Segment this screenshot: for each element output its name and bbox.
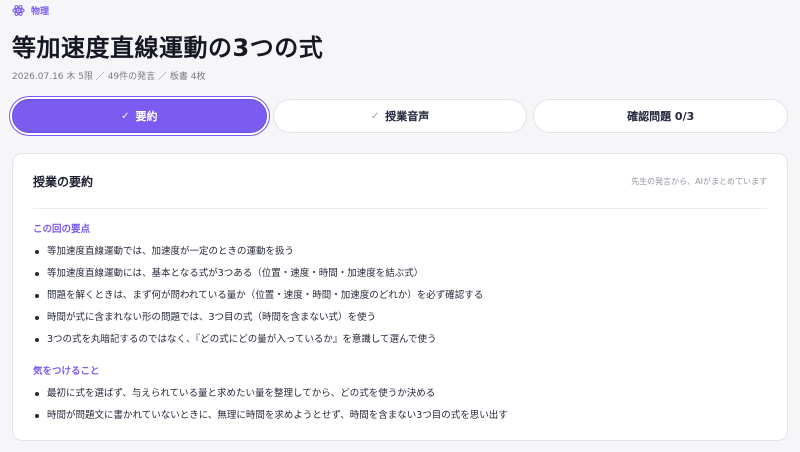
caution-item: 最初に式を選ばず、与えられている量と求めたい量を整理してから、どの式を使うか決め… xyxy=(33,383,767,405)
atom-icon xyxy=(12,4,25,17)
tab-quiz[interactable]: 確認問題 0/3 xyxy=(533,99,789,133)
key-points-heading: この回の要点 xyxy=(33,224,91,235)
key-point-item: 等加速度直線運動では、加速度が一定のときの運動を扱う xyxy=(33,241,767,263)
tab-bar: ✓ 要約 ✓ 授業音声 確認問題 0/3 xyxy=(12,99,789,133)
tab-audio-label: 授業音声 xyxy=(385,110,430,123)
tab-quiz-label: 確認問題 0/3 xyxy=(627,110,695,123)
subject-header: 物理 xyxy=(12,4,49,17)
key-point-item: 問題を解くときは、まず何が問われている量か（位置・速度・時間・加速度のどれか）を… xyxy=(33,285,767,307)
caution-item: 時間が問題文に書かれていないときに、無理に時間を求めようとせず、時間を含まない3… xyxy=(33,405,767,427)
lesson-meta: 2026.07.16 木 5限 ／ 49件の発言 ／ 板書 4枚 xyxy=(12,72,206,82)
cautions-heading: 気をつけること xyxy=(33,366,100,377)
summary-card-header: 授業の要約 先生の発言から、AIがまとめています xyxy=(33,154,767,209)
summary-card: 授業の要約 先生の発言から、AIがまとめています この回の要点 等加速度直線運動… xyxy=(12,153,788,441)
key-point-item: 時間が式に含まれない形の問題では、3つ目の式（時間を含まない式）を使う xyxy=(33,307,767,329)
check-icon: ✓ xyxy=(370,110,380,122)
subject-label: 物理 xyxy=(31,7,50,17)
key-point-item: 3つの式を丸暗記するのではなく、『どの式にどの量が入っているか』を意識して選んで… xyxy=(33,329,767,351)
tab-summary[interactable]: ✓ 要約 xyxy=(12,99,267,133)
page-title: 等加速度直線運動の3つの式 xyxy=(12,34,324,62)
tab-summary-label: 要約 xyxy=(135,110,158,123)
key-points-list: 等加速度直線運動では、加速度が一定のときの運動を扱う 等加速度直線運動には、基本… xyxy=(33,241,767,351)
ai-summary-note: 先生の発言から、AIがまとめています xyxy=(631,176,767,186)
key-point-item: 等加速度直線運動には、基本となる式が3つある（位置・速度・時間・加速度を結ぶ式） xyxy=(33,263,767,285)
summary-title: 授業の要約 xyxy=(33,174,94,189)
cautions-list: 最初に式を選ばず、与えられている量と求めたい量を整理してから、どの式を使うか決め… xyxy=(33,383,767,427)
check-icon: ✓ xyxy=(121,110,130,122)
tab-audio[interactable]: ✓ 授業音声 xyxy=(272,99,528,133)
